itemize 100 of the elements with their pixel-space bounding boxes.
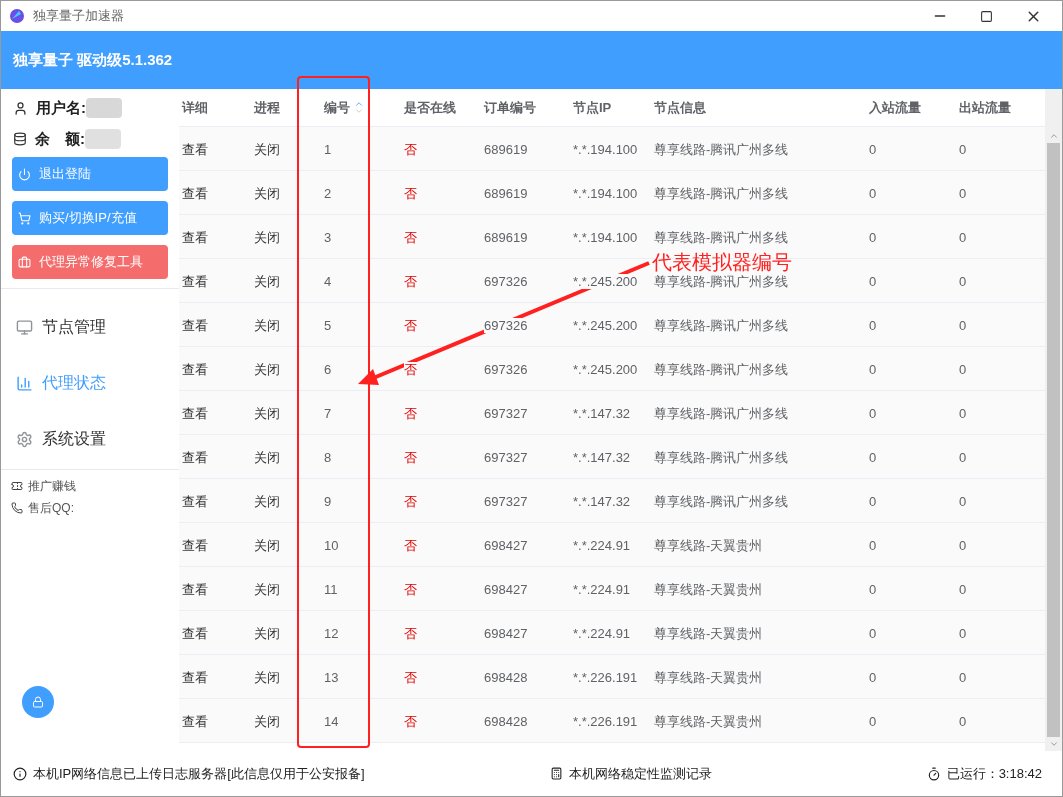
table-cell: 关闭: [254, 625, 280, 641]
annotation-text: 代表模拟器编号: [652, 250, 792, 275]
phone-icon: [11, 502, 23, 514]
column-header[interactable]: 出站流量: [959, 97, 1011, 118]
table-cell: 尊享线路-腾讯广州多线: [654, 229, 789, 245]
scrollbar[interactable]: [1045, 89, 1062, 751]
table-cell: 关闭: [254, 493, 280, 509]
table-cell: 否: [404, 141, 417, 157]
table-cell: 否: [404, 317, 417, 333]
table-cell[interactable]: 查看: [182, 449, 208, 465]
table-cell[interactable]: 查看: [182, 669, 208, 685]
table-cell: 否: [404, 625, 417, 641]
table-cell: 尊享线路-腾讯广州多线: [654, 141, 789, 157]
table-cell: 关闭: [254, 141, 280, 157]
balance-label: 余 额:: [35, 128, 85, 149]
table-cell[interactable]: 查看: [182, 713, 208, 729]
database-icon: [13, 132, 27, 146]
window-title: 独享量子加速器: [33, 7, 124, 26]
info-icon: [13, 766, 27, 781]
blurred-value: [86, 98, 122, 118]
app-logo-icon: [9, 8, 25, 24]
column-header[interactable]: 入站流量: [869, 97, 921, 118]
table-cell[interactable]: 查看: [182, 317, 208, 333]
lock-button[interactable]: [22, 686, 54, 718]
sidebar-link[interactable]: 售后QQ:: [11, 500, 169, 516]
table-cell: 否: [404, 273, 417, 289]
column-header[interactable]: 编号: [324, 97, 350, 118]
table-cell: 尊享线路-天翼贵州: [654, 625, 763, 641]
sort-icon[interactable]: [354, 99, 364, 116]
table-cell[interactable]: 查看: [182, 537, 208, 553]
table-cell: 否: [404, 229, 417, 245]
table-cell: 否: [404, 449, 417, 465]
table-cell: 关闭: [254, 361, 280, 377]
table-cell: 否: [404, 185, 417, 201]
table-cell: 否: [404, 581, 417, 597]
table-cell: 尊享线路-腾讯广州多线: [654, 317, 789, 333]
table-cell: 关闭: [254, 537, 280, 553]
table-cell: 关闭: [254, 405, 280, 421]
table-cell: 尊享线路-腾讯广州多线: [654, 405, 789, 421]
nav-item[interactable]: 系统设置: [1, 411, 179, 467]
table-cell[interactable]: 查看: [182, 581, 208, 597]
table-cell: 尊享线路-天翼贵州: [654, 669, 763, 685]
nav-item[interactable]: 节点管理: [1, 299, 179, 355]
table-cell[interactable]: 查看: [182, 493, 208, 509]
table-cell: 尊享线路-腾讯广州多线: [654, 449, 789, 465]
calculator-icon: [549, 767, 563, 780]
table-cell[interactable]: 查看: [182, 405, 208, 421]
blurred-value: [85, 129, 121, 149]
table-cell: 否: [404, 361, 417, 377]
monitor-icon: [16, 318, 33, 336]
sidebar-link[interactable]: 推广赚钱: [11, 478, 169, 494]
table-cell[interactable]: 查看: [182, 361, 208, 377]
user-icon: [13, 100, 28, 116]
table-cell: 否: [404, 537, 417, 553]
table-cell[interactable]: 查看: [182, 625, 208, 641]
table-cell: 关闭: [254, 713, 280, 729]
table-cell: 关闭: [254, 317, 280, 333]
table-cell: 尊享线路-腾讯广州多线: [654, 361, 789, 377]
column-header[interactable]: 节点信息: [654, 97, 706, 118]
table-cell[interactable]: 查看: [182, 229, 208, 245]
table-cell: 尊享线路-天翼贵州: [654, 581, 763, 597]
table-cell: 尊享线路-天翼贵州: [654, 713, 763, 729]
table-cell: 否: [404, 405, 417, 421]
gear-icon: [16, 430, 33, 448]
table-cell: 否: [404, 713, 417, 729]
scroll-up-icon[interactable]: [1048, 131, 1059, 141]
table-cell[interactable]: 查看: [182, 273, 208, 289]
table-cell: 否: [404, 669, 417, 685]
scroll-down-icon[interactable]: [1048, 739, 1059, 749]
lock-icon: [32, 696, 44, 708]
table-cell: 关闭: [254, 185, 280, 201]
table-cell[interactable]: 查看: [182, 185, 208, 201]
table-cell: 关闭: [254, 449, 280, 465]
cart-icon: [18, 211, 31, 225]
table-cell: 697326: [484, 317, 528, 333]
table-cell[interactable]: 查看: [182, 141, 208, 157]
table-cell: *.*.245.200: [573, 273, 638, 289]
column-header[interactable]: 进程: [254, 97, 280, 118]
table-cell: 关闭: [254, 669, 280, 685]
monitor-log-link[interactable]: 本机网络稳定性监测记录: [568, 763, 712, 784]
username-label: 用户名:: [36, 97, 86, 118]
uptime-text: 已运行：3:18:42: [946, 764, 1042, 783]
table-cell: 关闭: [254, 581, 280, 597]
column-header[interactable]: 节点IP: [573, 97, 612, 118]
table-cell: 尊享线路-腾讯广州多线: [654, 493, 789, 509]
table-cell: 尊享线路-腾讯广州多线: [654, 273, 789, 289]
column-header[interactable]: 是否在线: [404, 97, 456, 118]
timer-icon: [926, 766, 941, 781]
table-cell: 关闭: [254, 229, 280, 245]
table-cell: 尊享线路-腾讯广州多线: [654, 185, 789, 201]
status-message: 本机IP网络信息已上传日志服务器[此信息仅用于公安报备]: [33, 764, 365, 783]
maximize-icon[interactable]: [980, 9, 993, 23]
bar-chart-icon: [16, 374, 33, 392]
column-header[interactable]: 详细: [182, 97, 208, 118]
app-title: 独享量子 驱动级5.1.362: [13, 49, 173, 70]
ticket-icon: [11, 480, 23, 492]
column-header[interactable]: 订单编号: [484, 97, 536, 118]
power-icon: [18, 167, 31, 181]
table-cell: 否: [404, 493, 417, 509]
table-cell: 关闭: [254, 273, 280, 289]
